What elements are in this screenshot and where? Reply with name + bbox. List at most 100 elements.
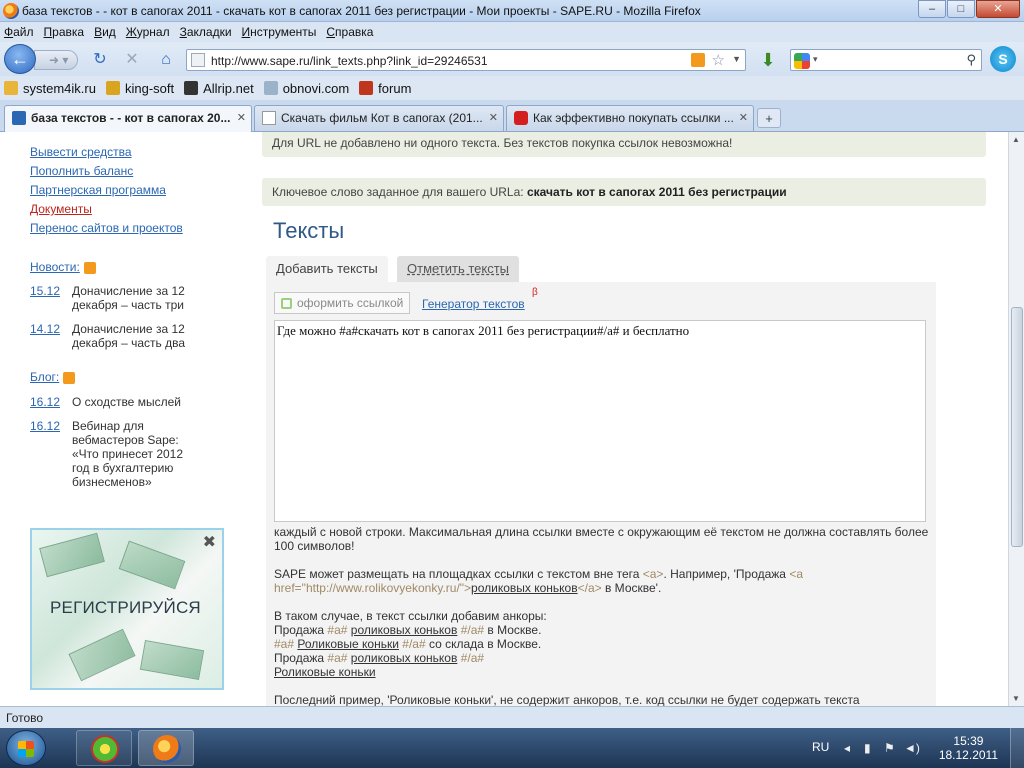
start-button[interactable] xyxy=(6,730,46,766)
tab-close-icon[interactable]: ✕ xyxy=(739,111,748,124)
tab-mark-texts[interactable]: Отметить тексты xyxy=(397,256,520,282)
blog-date[interactable]: 16.12 xyxy=(30,395,72,409)
close-icon[interactable]: ✖ xyxy=(203,532,216,552)
rss-icon[interactable] xyxy=(83,261,96,274)
tray-expand-icon[interactable]: ◂ xyxy=(844,741,850,755)
volume-icon[interactable]: ◄) xyxy=(904,741,920,755)
back-button[interactable]: ← xyxy=(4,44,36,74)
texts-textarea[interactable]: Где можно #a#скачать кот в сапогах 2011 … xyxy=(274,320,926,522)
sidebar-link-topup[interactable]: Пополнить баланс xyxy=(30,164,133,178)
clock-date: 18.12.2011 xyxy=(938,748,998,762)
example-4: Роликовые коньки xyxy=(274,665,376,679)
window-title: база текстов - - кот в сапогах 2011 - ск… xyxy=(22,4,701,18)
tab-add-texts[interactable]: Добавить тексты xyxy=(266,256,388,282)
news-item[interactable]: 15.12 Доначисление за 12 декабря – часть… xyxy=(30,284,230,312)
search-icon[interactable]: ⚲ xyxy=(966,52,976,68)
menu-tools[interactable]: Инструменты xyxy=(242,25,317,39)
bookmark-system4ik[interactable]: system4ik.ru xyxy=(4,81,96,96)
bookmark-obnovi[interactable]: obnovi.com xyxy=(263,81,349,96)
minimize-button[interactable]: – xyxy=(918,0,946,18)
rss-icon[interactable] xyxy=(691,53,705,67)
menu-history[interactable]: Журнал xyxy=(126,25,170,39)
tab-strip: база текстов - - кот в сапогах 20... ✕ С… xyxy=(0,100,1024,132)
beta-badge: β xyxy=(532,287,538,298)
maximize-button[interactable]: □ xyxy=(947,0,975,18)
page-title: Тексты xyxy=(273,218,345,243)
scroll-down-icon[interactable]: ▼ xyxy=(1012,694,1020,703)
forward-button[interactable]: ➜ ▾ xyxy=(34,50,78,70)
page-icon xyxy=(262,111,276,125)
scroll-up-icon[interactable]: ▲ xyxy=(1012,135,1020,144)
news-item[interactable]: 14.12 Доначисление за 12 декабря – часть… xyxy=(30,322,230,350)
news-text: Доначисление за 12 декабря – часть три xyxy=(72,284,185,312)
tab-film[interactable]: Скачать фильм Кот в сапогах (201... ✕ xyxy=(254,105,504,131)
reload-icon[interactable]: ↻ xyxy=(90,51,110,69)
tab-youtube[interactable]: Как эффективно покупать ссылки ... ✕ xyxy=(506,105,754,131)
banknote-image xyxy=(118,540,186,590)
bookmark-forum[interactable]: forum xyxy=(359,81,411,96)
taskbar-icq[interactable] xyxy=(76,730,132,766)
menu-bookmarks[interactable]: Закладки xyxy=(180,25,232,39)
tab-close-icon[interactable]: ✕ xyxy=(489,111,498,124)
blog-item[interactable]: 16.12 О сходстве мыслей xyxy=(30,395,230,409)
allrip-icon xyxy=(184,81,199,95)
news-date[interactable]: 15.12 xyxy=(30,284,72,312)
menu-file[interactable]: Файл xyxy=(4,25,34,39)
blog-date[interactable]: 16.12 xyxy=(30,419,72,489)
blog-heading: Блог: xyxy=(30,370,76,384)
navigation-toolbar: ➜ ▾ ← ↻ ✕ ⌂ http://www.sape.ru/link_text… xyxy=(0,42,1024,76)
flag-icon[interactable]: ⚑ xyxy=(884,741,895,755)
banknote-image xyxy=(68,628,136,682)
tab-close-icon[interactable]: ✕ xyxy=(237,111,246,124)
google-icon[interactable] xyxy=(794,53,810,69)
rss-icon[interactable] xyxy=(63,371,76,384)
bookmark-allrip[interactable]: Allrip.net xyxy=(184,81,254,96)
url-text[interactable]: http://www.sape.ru/link_texts.php?link_i… xyxy=(211,54,488,68)
skype-icon[interactable]: S xyxy=(990,46,1016,72)
clock[interactable]: 15:39 18.12.2011 xyxy=(939,734,998,762)
link-format-icon xyxy=(281,298,292,309)
sidebar-link-transfer[interactable]: Перенос сайтов и проектов xyxy=(30,221,183,235)
search-input[interactable]: ▾ ⚲ xyxy=(790,49,982,71)
news-link[interactable]: Новости: xyxy=(30,260,80,274)
menu-help[interactable]: Справка xyxy=(326,25,373,39)
sidebar-link-partner[interactable]: Партнерская программа xyxy=(30,183,166,197)
url-bar[interactable]: http://www.sape.ru/link_texts.php?link_i… xyxy=(186,49,746,71)
menu-view[interactable]: Вид xyxy=(94,25,116,39)
ad-text: РЕГИСТРИРУЙСЯ xyxy=(50,598,201,617)
home-icon[interactable]: ⌂ xyxy=(156,51,176,69)
scrollbar-thumb[interactable] xyxy=(1011,307,1023,547)
crown-icon xyxy=(105,81,120,95)
taskbar-firefox[interactable] xyxy=(138,730,194,766)
notice-no-texts: Для URL не добавлено ни одного текста. Б… xyxy=(262,132,986,157)
search-engine-dropdown-icon[interactable]: ▾ xyxy=(813,54,818,65)
blog-item[interactable]: 16.12 Вебинар для вебмастеров Sape: «Что… xyxy=(30,419,230,489)
bookmark-king-soft[interactable]: king-soft xyxy=(105,81,174,96)
url-dropdown-icon[interactable]: ▼ xyxy=(732,54,741,64)
sape-favicon-icon xyxy=(12,111,26,125)
network-icon[interactable]: ▮ xyxy=(864,741,871,755)
close-button[interactable]: ✕ xyxy=(976,0,1020,18)
vertical-scrollbar[interactable]: ▲ ▼ xyxy=(1008,132,1024,706)
new-tab-button[interactable]: + xyxy=(757,108,781,128)
help-outside-tag: SAPE может размещать на площадках ссылки… xyxy=(274,567,803,595)
clock-time: 15:39 xyxy=(953,734,984,748)
language-indicator[interactable]: RU xyxy=(812,740,829,754)
example-3: Продажа #a# роликовых коньков #/a# xyxy=(274,651,485,665)
bookmark-star-icon[interactable]: ☆ xyxy=(712,51,725,69)
blog-link[interactable]: Блог: xyxy=(30,370,59,384)
text-generator-link[interactable]: Генератор текстов xyxy=(422,297,525,311)
download-icon[interactable]: ⬇ xyxy=(756,48,780,72)
banknote-image xyxy=(39,532,105,578)
menu-edit[interactable]: Правка xyxy=(44,25,85,39)
page-icon xyxy=(191,53,205,67)
format-link-button[interactable]: оформить ссылкой xyxy=(274,292,411,314)
sidebar-link-documents[interactable]: Документы xyxy=(30,202,92,216)
sidebar-link-withdraw[interactable]: Вывести средства xyxy=(30,145,132,159)
news-date[interactable]: 14.12 xyxy=(30,322,72,350)
tab-sape[interactable]: база текстов - - кот в сапогах 20... ✕ xyxy=(4,105,252,132)
ad-banner[interactable]: РЕГИСТРИРУЙСЯ ✖ advaction xyxy=(30,528,224,690)
stop-icon[interactable]: ✕ xyxy=(122,51,142,69)
add-texts-panel: оформить ссылкой Генератор текстов β Где… xyxy=(266,282,936,706)
show-desktop-button[interactable] xyxy=(1010,728,1024,768)
